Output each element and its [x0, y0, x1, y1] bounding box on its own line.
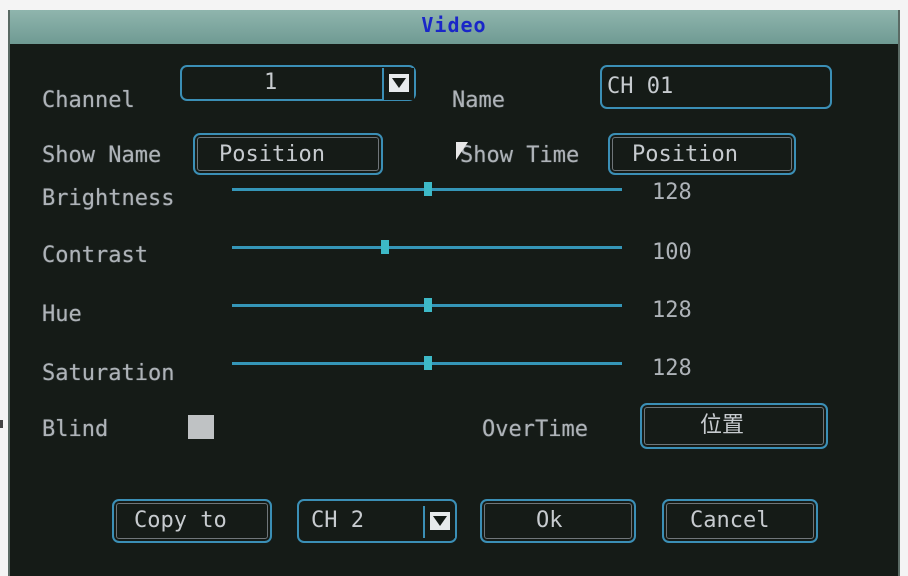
show-name-position-button[interactable]: Position	[193, 133, 383, 175]
video-settings-dialog: Video Channel 1 Name CH 01 Show Name Pos…	[8, 10, 900, 576]
overtime-position-label: 位置	[700, 413, 745, 438]
contrast-value: 100	[652, 240, 692, 265]
contrast-label: Contrast	[42, 243, 148, 268]
show-name-label: Show Name	[42, 143, 162, 168]
blind-label: Blind	[42, 417, 109, 442]
brightness-slider[interactable]	[232, 182, 622, 196]
channel-label: Channel	[42, 88, 135, 113]
brightness-label: Brightness	[42, 186, 175, 211]
saturation-slider[interactable]	[232, 356, 622, 370]
channel-select[interactable]: 1	[180, 65, 416, 101]
show-time-position-button[interactable]: Position	[608, 133, 796, 175]
hue-value: 128	[652, 298, 692, 323]
name-value: CH 01	[607, 74, 674, 99]
show-time-label: Show Time	[460, 143, 580, 168]
channel-value: 1	[264, 70, 278, 95]
target-channel-value: CH 2	[311, 508, 364, 533]
ok-button[interactable]: Ok	[480, 499, 636, 543]
show-name-position-label: Position	[219, 142, 325, 167]
dialog-titlebar: Video	[10, 10, 898, 44]
target-channel-select[interactable]: CH 2	[297, 499, 457, 543]
saturation-value: 128	[652, 356, 692, 381]
copy-to-label: Copy to	[134, 508, 227, 533]
ok-label: Ok	[536, 508, 563, 533]
edge-mark	[0, 420, 3, 428]
mouse-pointer-icon	[456, 142, 468, 160]
copy-to-button[interactable]: Copy to	[112, 499, 272, 543]
contrast-slider-handle[interactable]	[381, 240, 389, 254]
cancel-button[interactable]: Cancel	[662, 499, 818, 543]
saturation-slider-handle[interactable]	[424, 356, 432, 370]
name-label: Name	[452, 88, 505, 113]
chevron-down-icon[interactable]	[382, 68, 414, 100]
hue-slider[interactable]	[232, 298, 622, 312]
overtime-position-button[interactable]: 位置	[640, 403, 828, 449]
brightness-value: 128	[652, 180, 692, 205]
hue-slider-handle[interactable]	[424, 298, 432, 312]
name-field[interactable]: CH 01	[600, 65, 832, 109]
show-time-position-label: Position	[632, 142, 738, 167]
brightness-slider-handle[interactable]	[424, 182, 432, 196]
chevron-down-icon[interactable]	[423, 506, 455, 538]
overtime-label: OverTime	[482, 417, 588, 442]
dialog-title: Video	[421, 13, 487, 37]
contrast-slider[interactable]	[232, 240, 622, 254]
blind-checkbox[interactable]	[188, 415, 214, 439]
hue-label: Hue	[42, 302, 82, 327]
cancel-label: Cancel	[690, 508, 770, 533]
saturation-label: Saturation	[42, 361, 175, 386]
